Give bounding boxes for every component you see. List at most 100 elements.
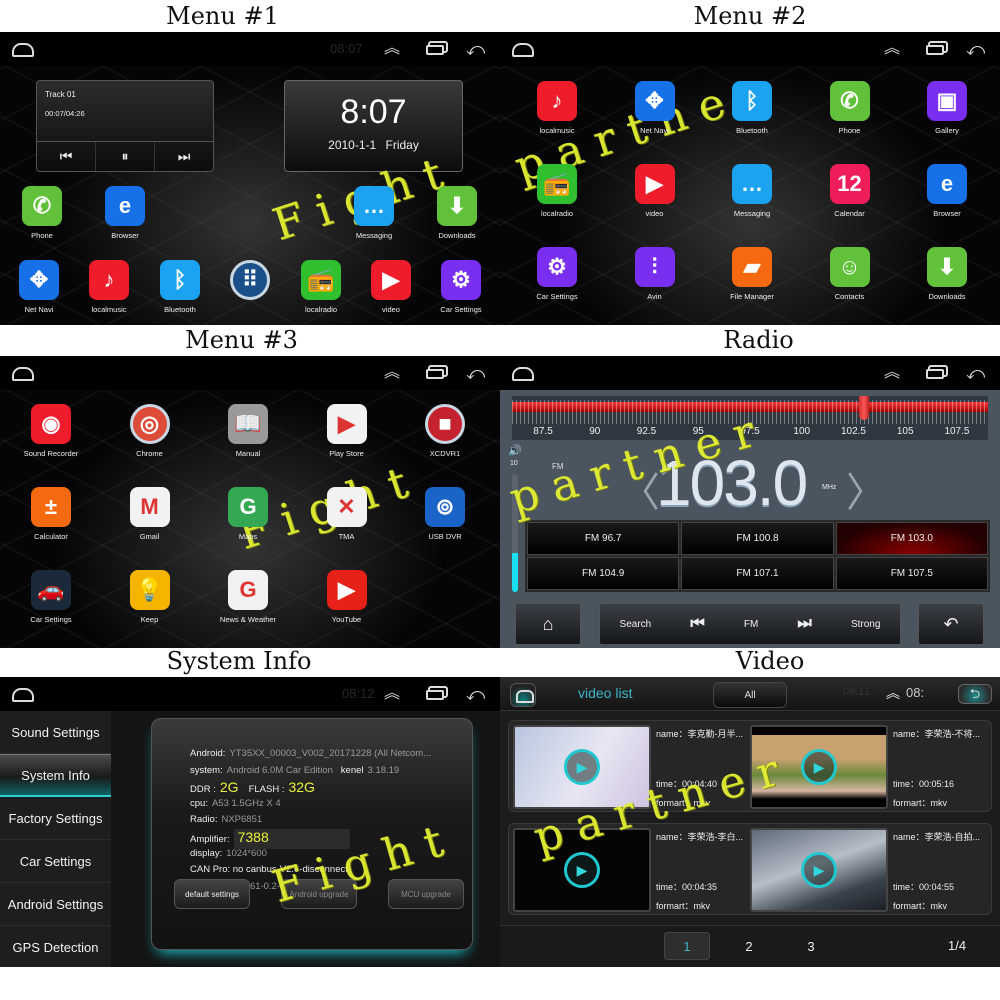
sidebar-item-android-settings[interactable]: Android Settings: [0, 883, 111, 926]
back-icon[interactable]: ⤺: [966, 40, 985, 58]
page-button[interactable]: 3: [788, 932, 834, 960]
app-net-navi[interactable]: ✥ Net Navi: [0, 260, 79, 314]
app-xcdvr1[interactable]: ■ XCDVR1: [405, 404, 485, 458]
back-icon[interactable]: ⤺: [466, 685, 485, 703]
app-video[interactable]: ▶ video: [351, 260, 431, 314]
preset-button[interactable]: FM 107.1: [681, 557, 834, 590]
video-item[interactable]: ▶ name：李荣浩-李白... time：00:04:35 formart：mkv: [513, 828, 749, 912]
preset-button[interactable]: FM 103.0: [835, 522, 988, 555]
preset-button[interactable]: FM 96.7: [527, 522, 680, 555]
seek-next-icon[interactable]: ⏭: [797, 615, 811, 633]
recent-apps-icon[interactable]: [426, 45, 444, 55]
android-upgrade-button[interactable]: Android upgrade: [281, 879, 357, 909]
video-thumbnail[interactable]: ▶: [750, 828, 888, 912]
app-messaging[interactable]: … Messaging: [712, 164, 792, 218]
app-bluetooth[interactable]: ᛒ Bluetooth: [140, 260, 220, 314]
play-icon[interactable]: ▶: [564, 749, 600, 785]
app-all-apps[interactable]: ⠿: [210, 260, 290, 305]
volume-slider[interactable]: [512, 474, 518, 592]
preset-button[interactable]: FM 100.8: [681, 522, 834, 555]
play-icon[interactable]: ▶: [801, 749, 837, 785]
preset-button[interactable]: FM 107.5: [835, 557, 988, 590]
video-item[interactable]: ▶ name：李荣浩-自拍... time：00:04:55 formart：mkv: [750, 828, 986, 912]
sidebar-item-gps-detection[interactable]: GPS Detection: [0, 926, 111, 967]
app-car-settings[interactable]: 🚗 Car Settings: [11, 570, 91, 624]
app-net-navi[interactable]: ✥ Net Navi: [615, 81, 695, 135]
search-button[interactable]: Search: [620, 619, 652, 630]
double-chevron-up-icon[interactable]: ︽: [384, 40, 400, 58]
preset-button[interactable]: FM 104.9: [527, 557, 680, 590]
app-calculator[interactable]: ± Calculator: [11, 487, 91, 541]
video-item[interactable]: ▶ name：李克勤-月半... time：00:04:40 formart：mkv: [513, 725, 749, 809]
recent-apps-icon[interactable]: [926, 369, 944, 379]
video-item[interactable]: ▶ name：李荣浩-不将... time：00:05:16 formart：mkv: [750, 725, 986, 809]
pause-button[interactable]: ⏸: [96, 142, 155, 171]
app-keep[interactable]: 💡 Keep: [110, 570, 190, 624]
double-chevron-up-icon[interactable]: ︽: [884, 364, 900, 382]
app-sound-recorder[interactable]: ◉ Sound Recorder: [11, 404, 91, 458]
back-icon[interactable]: ⤺: [466, 40, 485, 58]
play-icon[interactable]: ▶: [564, 852, 600, 888]
strong-button[interactable]: Strong: [851, 619, 880, 630]
app-localmusic[interactable]: ♪ localmusic: [517, 81, 597, 135]
double-chevron-up-icon[interactable]: ︽: [384, 364, 400, 382]
app-avin[interactable]: ⫶ Avin: [615, 247, 695, 301]
app-car-settings[interactable]: ⚙ Car Settings: [421, 260, 500, 314]
filter-all-button[interactable]: All: [713, 682, 787, 708]
band-button[interactable]: FM: [744, 619, 758, 630]
app-play-store[interactable]: ▶ Play Store: [307, 404, 387, 458]
home-icon[interactable]: [12, 43, 34, 57]
double-chevron-up-icon[interactable]: ︽: [884, 40, 900, 58]
app-phone[interactable]: ✆ Phone: [2, 186, 82, 240]
app-localradio[interactable]: 📻 localradio: [517, 164, 597, 218]
next-track-button[interactable]: ⏭: [155, 142, 213, 171]
app-contacts[interactable]: ☺ Contacts: [810, 247, 890, 301]
app-localradio[interactable]: 📻 localradio: [281, 260, 361, 314]
back-icon[interactable]: ⤺: [466, 364, 485, 382]
app-car-settings[interactable]: ⚙ Car Settings: [517, 247, 597, 301]
mcu-upgrade-button[interactable]: MCU upgrade: [388, 879, 464, 909]
tuner-knob[interactable]: [858, 396, 869, 420]
video-thumbnail[interactable]: ▶: [750, 725, 888, 809]
home-icon[interactable]: [12, 688, 34, 702]
default-settings-button[interactable]: default settings: [174, 879, 250, 909]
home-icon[interactable]: [12, 367, 34, 381]
page-button[interactable]: 1: [664, 932, 710, 960]
app-gmail[interactable]: M Gmail: [110, 487, 190, 541]
home-icon[interactable]: [512, 43, 534, 57]
app-bluetooth[interactable]: ᛒ Bluetooth: [712, 81, 792, 135]
app-localmusic[interactable]: ♪ localmusic: [69, 260, 149, 314]
page-button[interactable]: 2: [726, 932, 772, 960]
video-thumbnail[interactable]: ▶: [513, 828, 651, 912]
app-video[interactable]: ▶ video: [615, 164, 695, 218]
app-browser[interactable]: e Browser: [907, 164, 987, 218]
back-icon[interactable]: ⮌: [958, 684, 992, 704]
double-chevron-up-icon[interactable]: ︽: [384, 685, 400, 703]
clock-widget[interactable]: 8:07 2010-1-1 Friday: [284, 80, 463, 172]
app-browser[interactable]: e Browser: [85, 186, 165, 240]
app-chrome[interactable]: ◎ Chrome: [110, 404, 190, 458]
app-downloads[interactable]: ⬇ Downloads: [907, 247, 987, 301]
radio-back-button[interactable]: ↶: [918, 603, 984, 645]
app-calendar[interactable]: 12 Calendar: [810, 164, 890, 218]
recent-apps-icon[interactable]: [926, 45, 944, 55]
app-file-manager[interactable]: ▰ File Manager: [712, 247, 792, 301]
recent-apps-icon[interactable]: [426, 369, 444, 379]
double-chevron-up-icon[interactable]: ︽: [886, 683, 900, 703]
app-youtube[interactable]: ▶ YouTube: [307, 570, 387, 624]
sidebar-item-factory-settings[interactable]: Factory Settings: [0, 797, 111, 840]
sidebar-item-car-settings[interactable]: Car Settings: [0, 840, 111, 883]
app-downloads[interactable]: ⬇ Downloads: [417, 186, 497, 240]
video-thumbnail[interactable]: ▶: [513, 725, 651, 809]
home-icon[interactable]: [510, 683, 536, 707]
previous-track-button[interactable]: ⏮: [37, 142, 96, 171]
radio-home-button[interactable]: ⌂: [515, 603, 581, 645]
seek-previous-icon[interactable]: ⏮: [690, 615, 704, 633]
frequency-tuner[interactable]: 87.5 90 92.5 95 97.5 100 102.5 105 107.5: [512, 396, 988, 440]
app-maps[interactable]: G Maps: [208, 487, 288, 541]
music-widget[interactable]: Track 01 00:07/04:26 ⏮ ⏸ ⏭: [36, 80, 214, 172]
sidebar-item-sound-settings[interactable]: Sound Settings: [0, 711, 111, 754]
app-manual[interactable]: 📖 Manual: [208, 404, 288, 458]
back-icon[interactable]: ⤺: [966, 364, 985, 382]
sidebar-item-system-info[interactable]: System Info: [0, 754, 111, 797]
